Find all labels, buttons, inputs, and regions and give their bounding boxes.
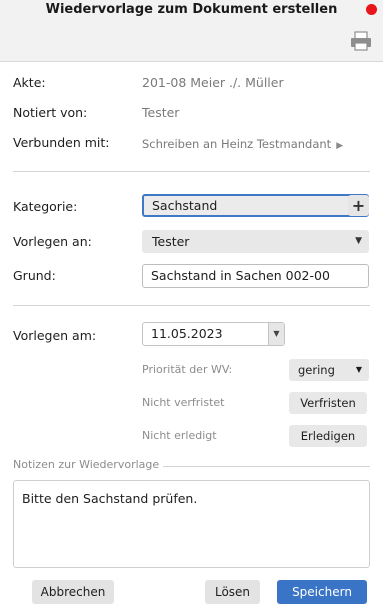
resolve-button[interactable]: Lösen: [205, 580, 260, 604]
save-button[interactable]: Speichern: [277, 580, 367, 604]
triangle-right-icon: ▶: [336, 141, 344, 151]
verbunden-mit-value: Schreiben an Heinz Testmandant: [142, 137, 332, 151]
vorlegen-an-value: Tester: [152, 234, 190, 249]
cancel-button[interactable]: Abbrechen: [32, 580, 114, 604]
printer-icon[interactable]: [350, 31, 372, 51]
date-value: 11.05.2023: [151, 326, 223, 341]
verbunden-mit-link[interactable]: Schreiben an Heinz Testmandant ▶: [142, 136, 343, 154]
close-icon[interactable]: [366, 4, 377, 15]
grund-label: Grund:: [13, 268, 56, 283]
grund-input[interactable]: Sachstand in Sachen 002-00: [142, 264, 369, 288]
notes-legend: Notizen zur Wiedervorlage: [13, 458, 160, 471]
divider: [13, 305, 370, 306]
kategorie-label: Kategorie:: [13, 199, 78, 214]
kategorie-value: Sachstand: [152, 198, 218, 213]
akte-label: Akte:: [13, 75, 46, 90]
notes-textarea[interactable]: Bitte den Sachstand prüfen.: [13, 480, 370, 568]
erledigen-button[interactable]: Erledigen: [289, 425, 367, 447]
chevron-down-icon: ▼: [355, 236, 362, 246]
chevron-down-icon: ▼: [355, 365, 362, 374]
divider: [13, 171, 370, 172]
prioritaet-label: Priorität der WV:: [142, 363, 233, 376]
verbunden-mit-label: Verbunden mit:: [13, 135, 110, 150]
date-field[interactable]: 11.05.2023 ▼: [142, 322, 285, 346]
vorlegen-an-label: Vorlegen an:: [13, 234, 92, 249]
erledigt-status: Nicht erledigt: [142, 429, 217, 442]
prioritaet-select[interactable]: gering ▼: [289, 359, 369, 381]
date-dropdown-icon[interactable]: ▼: [268, 323, 284, 345]
verfristen-button[interactable]: Verfristen: [289, 392, 367, 414]
divider: [163, 466, 370, 467]
prioritaet-value: gering: [298, 363, 335, 377]
add-kategorie-button[interactable]: +: [348, 195, 369, 216]
window-title: Wiedervorlage zum Dokument erstellen: [45, 2, 338, 17]
plus-icon: +: [351, 196, 366, 215]
kategorie-select[interactable]: Sachstand ▼: [142, 194, 369, 217]
akte-value: 201-08 Meier ./. Müller: [142, 75, 284, 90]
vorlegen-am-label: Vorlegen am:: [13, 328, 97, 343]
notiert-von-value: Tester: [142, 105, 180, 120]
vorlegen-an-select[interactable]: Tester ▼: [142, 230, 369, 253]
notiert-von-label: Notiert von:: [13, 105, 88, 120]
verfristet-status: Nicht verfristet: [142, 396, 225, 409]
title-bar: Wiedervorlage zum Dokument erstellen: [0, 0, 383, 62]
